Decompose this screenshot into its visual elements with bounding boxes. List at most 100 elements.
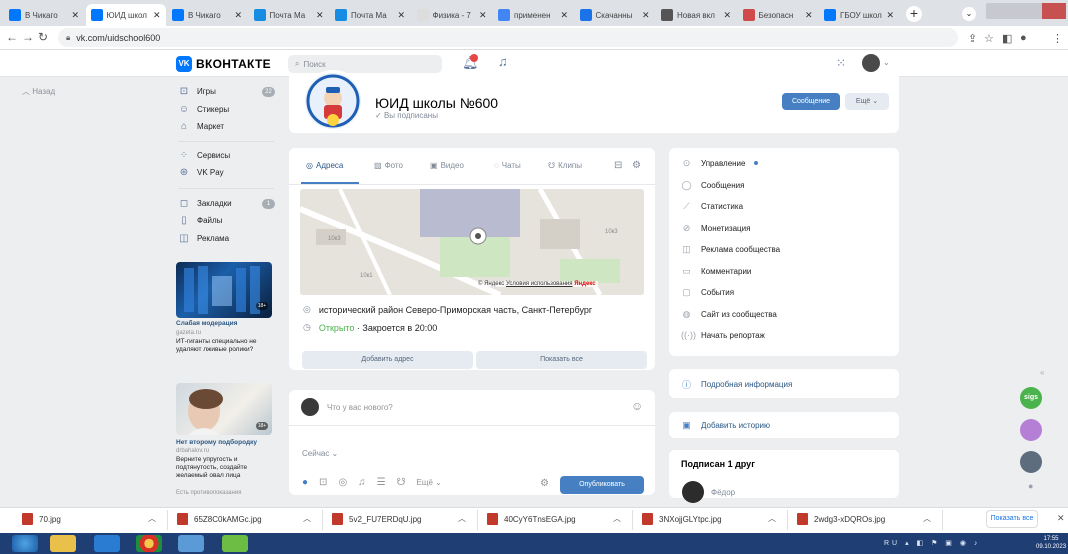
reload-icon[interactable]: ↻ bbox=[38, 30, 48, 44]
close-icon[interactable]: ✕ bbox=[723, 10, 731, 21]
star-icon[interactable]: ☆ bbox=[984, 32, 994, 45]
add-address-button[interactable]: Добавить адрес bbox=[302, 351, 473, 369]
user-avatar[interactable] bbox=[862, 54, 880, 72]
explorer-taskbar-icon[interactable] bbox=[50, 535, 76, 552]
system-tray[interactable]: RU ▴ ◧ ⚑ ▣ ◉ ♪ bbox=[884, 539, 980, 547]
close-icon[interactable]: ✕ bbox=[153, 10, 161, 21]
vk-logo-text[interactable]: ВКОНТАКТЕ bbox=[196, 57, 271, 71]
window-close-button[interactable] bbox=[1042, 3, 1066, 19]
browser-tab[interactable]: Новая вкл ✕ bbox=[656, 4, 736, 26]
browser-tab[interactable]: применен ✕ bbox=[493, 4, 573, 26]
close-icon[interactable]: ✕ bbox=[642, 10, 650, 21]
sidepanel-icon[interactable]: ◧ bbox=[1002, 32, 1012, 45]
chevron-up-icon[interactable]: ︿ bbox=[458, 513, 466, 524]
browser-tab[interactable]: ЮИД школ ✕ bbox=[85, 4, 166, 26]
menu-item-broadcast[interactable]: ((·)) Начать репортаж bbox=[681, 330, 765, 340]
vk-logo-icon[interactable]: VK bbox=[176, 56, 192, 72]
nav-item-market[interactable]: ⌂ Маркет bbox=[178, 121, 224, 132]
download-item[interactable]: 3NXojjGLYtpc.jpg bbox=[642, 513, 722, 525]
clock[interactable]: 17:55 09.10.2023 bbox=[1036, 535, 1066, 551]
menu-item-messages[interactable]: ◯ Сообщения bbox=[681, 180, 744, 191]
ad-title[interactable]: Нет второму подбородку bbox=[176, 439, 276, 446]
browser-tab[interactable]: В Чикаго ✕ bbox=[167, 4, 247, 26]
menu-item-stats[interactable]: ⟋ Статистика bbox=[681, 201, 743, 212]
tab-photo[interactable]: ▨ Фото bbox=[374, 161, 403, 170]
menu-item-manage[interactable]: ⊙ Управление bbox=[681, 158, 746, 169]
download-item[interactable]: 40CyY6TnsEGA.jpg bbox=[487, 513, 576, 525]
nav-item-services[interactable]: ⁘ Сервисы bbox=[178, 150, 230, 161]
details-link[interactable]: ⓘ Подробная информация bbox=[681, 378, 792, 391]
profile-icon[interactable]: ● bbox=[1020, 32, 1027, 44]
show-all-button[interactable]: Показать все bbox=[476, 351, 647, 369]
settings-icon[interactable]: ⚙︎ bbox=[632, 160, 641, 171]
post-settings-icon[interactable]: ⚙︎ bbox=[540, 478, 549, 489]
folder-icon[interactable]: ⊟ bbox=[614, 160, 622, 171]
chevron-up-icon[interactable]: ︿ bbox=[923, 513, 931, 524]
terms-link[interactable]: Условия использования bbox=[506, 281, 573, 287]
article-icon[interactable]: ☰ bbox=[377, 477, 386, 488]
menu-item-promo[interactable]: ◫ Реклама сообщества bbox=[681, 244, 780, 255]
more-actions-button[interactable]: Ещё ⌄ bbox=[845, 93, 889, 110]
start-button[interactable] bbox=[12, 535, 38, 552]
nav-item-bookmark[interactable]: ◻ Закладки bbox=[178, 198, 232, 209]
video-icon[interactable]: ◎ bbox=[338, 477, 347, 488]
group-avatar[interactable] bbox=[302, 70, 364, 132]
more-attach-button[interactable]: Ещё ⌄ bbox=[417, 478, 442, 487]
nav-item-vkpay[interactable]: ⊛ VK Pay bbox=[178, 167, 224, 178]
taskbar-app-icon[interactable] bbox=[94, 535, 120, 552]
ad-text[interactable]: ИТ-гиганты специально не удаляют лживые … bbox=[176, 338, 274, 354]
chat-avatar[interactable] bbox=[1020, 451, 1042, 473]
tab-chat[interactable]: ◌ Чаты bbox=[494, 161, 521, 170]
close-icon[interactable]: ✕ bbox=[234, 10, 242, 21]
menu-item-site[interactable]: ◍ Сайт из сообщества bbox=[681, 309, 777, 320]
chrome-taskbar-icon[interactable] bbox=[136, 535, 162, 552]
close-icon[interactable]: ✕ bbox=[560, 10, 568, 21]
apps-grid-icon[interactable]: ⁙ bbox=[836, 56, 846, 70]
nav-item-ads[interactable]: ◫ Реклама bbox=[178, 233, 229, 244]
forward-arrow-icon[interactable]: → bbox=[22, 30, 34, 44]
add-story-link[interactable]: ▣ Добавить историю bbox=[681, 420, 770, 431]
menu-item-comments[interactable]: ▭ Комментарии bbox=[681, 266, 751, 277]
close-icon[interactable]: ✕ bbox=[397, 10, 405, 21]
friend-avatar[interactable] bbox=[682, 481, 704, 503]
back-arrow-icon[interactable]: ← bbox=[6, 30, 18, 44]
download-item[interactable]: 5v2_FU7ERDqU.jpg bbox=[332, 513, 421, 525]
ad-text[interactable]: Верните упругость и подтянутость, создай… bbox=[176, 456, 274, 480]
browser-tab[interactable]: Почта Ма ✕ bbox=[330, 4, 410, 26]
download-item[interactable]: 70.jpg bbox=[22, 513, 61, 525]
collapse-chevron-icon[interactable]: « bbox=[1040, 368, 1044, 377]
browser-tab[interactable]: В Чикаго ✕ bbox=[4, 4, 84, 26]
browser-tab[interactable]: Физика - 7 ✕ bbox=[412, 4, 492, 26]
message-button[interactable]: Сообщение bbox=[782, 93, 840, 110]
close-icon[interactable]: ✕ bbox=[886, 10, 894, 21]
address-row[interactable]: ◎ исторический район Северо-Приморская ч… bbox=[303, 304, 592, 315]
music-icon[interactable]: ♫ bbox=[358, 477, 366, 488]
camera-icon[interactable]: ⊡ bbox=[319, 477, 327, 488]
browser-tab[interactable]: Безопасн ✕ bbox=[738, 4, 818, 26]
emoji-icon[interactable]: ☺ bbox=[631, 399, 643, 413]
chevron-up-icon[interactable]: ︿ bbox=[303, 513, 311, 524]
browser-tab[interactable]: ГБОУ школ ✕ bbox=[819, 4, 899, 26]
subscription-status[interactable]: ✓ Вы подписаны bbox=[375, 111, 438, 120]
close-icon[interactable]: ✕ bbox=[316, 10, 324, 21]
friend-name[interactable]: Фёдор bbox=[711, 488, 735, 497]
menu-item-monetize[interactable]: ⊘ Монетизация bbox=[681, 223, 751, 234]
tab-clips[interactable]: ☋ Клипы bbox=[548, 161, 582, 170]
taskbar-app-icon[interactable] bbox=[178, 535, 204, 552]
close-icon[interactable]: ✕ bbox=[479, 10, 487, 21]
browser-tab[interactable]: Почта Ма ✕ bbox=[249, 4, 329, 26]
chevron-up-icon[interactable]: ︿ bbox=[768, 513, 776, 524]
tab-search-button[interactable]: ⌄ bbox=[962, 7, 976, 21]
chat-avatar[interactable] bbox=[1020, 419, 1042, 441]
menu-item-events[interactable]: ▢ События bbox=[681, 287, 734, 298]
download-item[interactable]: 65Z8C0kAMGc.jpg bbox=[177, 513, 262, 525]
hours-row[interactable]: ◷ Открыто · Закроется в 20:00 bbox=[303, 322, 437, 333]
tab-video[interactable]: ▣ Видео bbox=[430, 161, 464, 170]
back-link[interactable]: ︿ Назад bbox=[22, 86, 55, 97]
chevron-up-icon[interactable]: ︿ bbox=[613, 513, 621, 524]
ad-title[interactable]: Слабая модерация bbox=[176, 320, 276, 327]
search-input[interactable]: ⌕ Поиск bbox=[288, 55, 442, 73]
chat-bubble-icon[interactable]: ● bbox=[1028, 481, 1033, 491]
nav-item-file[interactable]: ▯ Файлы bbox=[178, 215, 222, 226]
share-icon[interactable]: ⇪ bbox=[968, 32, 977, 45]
